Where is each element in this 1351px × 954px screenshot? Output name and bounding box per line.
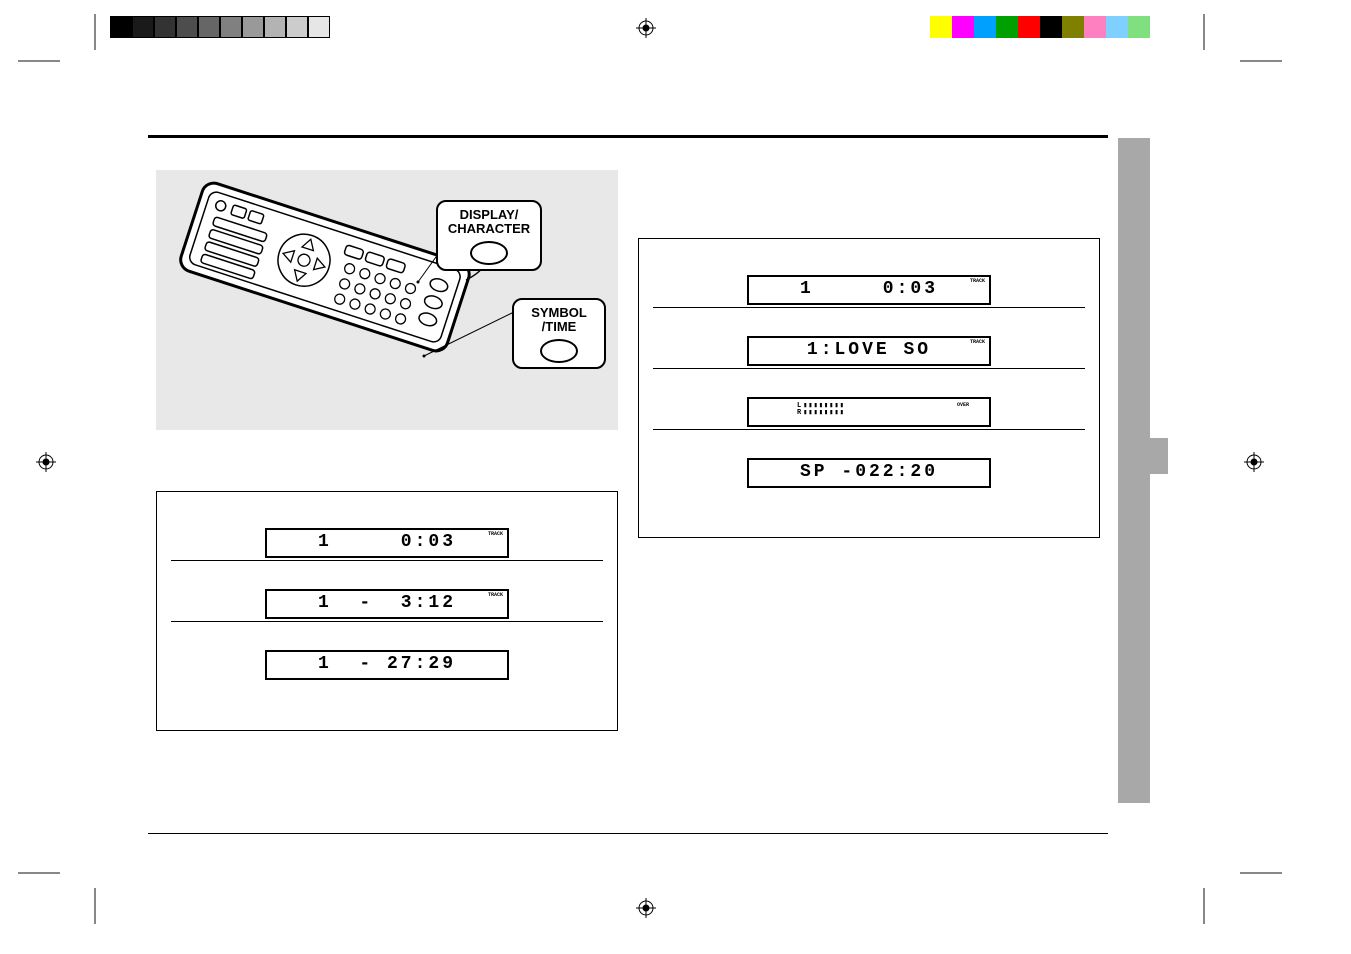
separator-line bbox=[171, 621, 603, 622]
manual-page: DISPLAY/ CHARACTER SYMBOL /TIME 1 0:03TR… bbox=[148, 135, 1108, 834]
lcd-display: 1 0:03TRACK bbox=[265, 528, 509, 558]
callout-display-character: DISPLAY/ CHARACTER bbox=[436, 200, 542, 271]
registration-mark-icon bbox=[636, 18, 656, 38]
lcd-display: SP -022:20 bbox=[747, 458, 991, 488]
callout-label: DISPLAY/ CHARACTER bbox=[448, 207, 530, 236]
registration-mark-icon bbox=[1244, 452, 1264, 472]
remote-control-illustration: DISPLAY/ CHARACTER SYMBOL /TIME bbox=[156, 170, 618, 430]
separator-line bbox=[653, 368, 1085, 369]
crop-mark bbox=[18, 60, 60, 62]
crop-mark bbox=[1240, 60, 1282, 62]
registration-mark-icon bbox=[36, 452, 56, 472]
side-index-tab-notch bbox=[1126, 438, 1168, 474]
lcd-display: LR▮▮▮▮▮▮▮▮▮▮▮▮▮▮▮▮OVER bbox=[747, 397, 991, 427]
grayscale-calibration-bar bbox=[110, 16, 330, 38]
separator-line bbox=[171, 560, 603, 561]
crop-mark bbox=[94, 888, 96, 924]
lcd-display: 1 0:03TRACK bbox=[747, 275, 991, 305]
cd-display-panel: 1 0:03TRACK 1 - 3:12TRACK 1 - 27:29 bbox=[156, 491, 618, 731]
crop-mark bbox=[1203, 888, 1205, 924]
registration-mark-icon bbox=[636, 898, 656, 918]
crop-mark bbox=[18, 872, 60, 874]
crop-mark bbox=[1240, 872, 1282, 874]
separator-line bbox=[653, 429, 1085, 430]
lcd-display: 1 - 3:12TRACK bbox=[265, 589, 509, 619]
crop-mark bbox=[94, 14, 96, 50]
button-oval-icon bbox=[470, 241, 508, 265]
callout-label: SYMBOL /TIME bbox=[531, 305, 587, 334]
callout-symbol-time: SYMBOL /TIME bbox=[512, 298, 606, 369]
crop-mark bbox=[1203, 14, 1205, 50]
color-calibration-bar bbox=[930, 16, 1150, 38]
md-display-panel: 1 0:03TRACK 1:LOVE SOTRACK LR▮▮▮▮▮▮▮▮▮▮▮▮▮… bbox=[638, 238, 1100, 538]
lcd-display: 1:LOVE SOTRACK bbox=[747, 336, 991, 366]
lcd-display: 1 - 27:29 bbox=[265, 650, 509, 680]
separator-line bbox=[653, 307, 1085, 308]
button-oval-icon bbox=[540, 339, 578, 363]
